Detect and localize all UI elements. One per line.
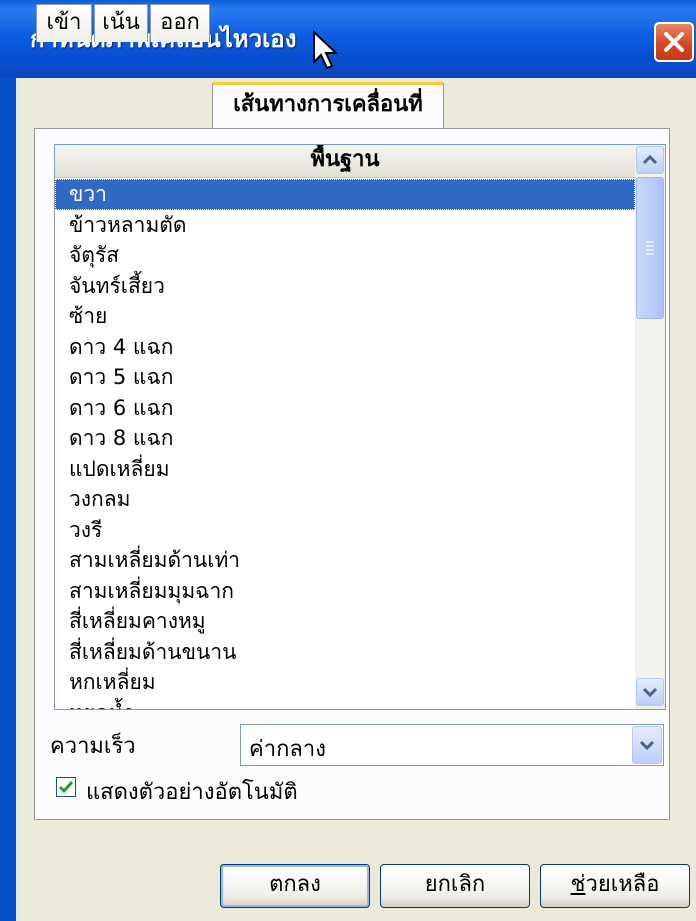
autopreview-label[interactable]: แสดงตัวอย่างอัตโนมัติ	[86, 774, 298, 809]
autopreview-checkbox[interactable]	[56, 777, 76, 797]
mouse-cursor-icon	[313, 30, 339, 70]
tab-label: เส้นทางการเคลื่อนที่	[233, 92, 423, 117]
dialog-window: กำหนดภาพเคลื่อนไหวเอง เข้า เน้น ออก เส้น…	[0, 0, 696, 921]
tab-exit[interactable]: ออก	[150, 4, 210, 42]
list-item[interactable]: สามเหลี่ยมมุมฉาก	[55, 576, 635, 607]
scroll-up-button[interactable]	[636, 146, 664, 174]
chevron-down-icon	[639, 740, 655, 751]
close-button[interactable]	[654, 22, 694, 62]
window-frame	[0, 78, 16, 921]
help-button[interactable]: ช่วยเหลือ	[540, 864, 690, 908]
speed-dropdown[interactable]: ค่ากลาง	[240, 724, 664, 766]
help-button-accesskey: ช	[570, 872, 586, 897]
ok-button[interactable]: ตกลง	[220, 864, 370, 908]
vertical-scrollbar[interactable]	[635, 145, 665, 709]
list-item[interactable]: ซ้าย	[55, 301, 635, 332]
list-items: ขวา ข้าวหลามตัด จัตุรัส จันทร์เสี้ยว ซ้าย ดาว…	[55, 179, 635, 710]
tab-entrance[interactable]: เข้า	[36, 4, 92, 42]
list-item[interactable]: สี่เหลี่ยมคางหมู	[55, 606, 635, 637]
list-item[interactable]: แปดเหลี่ยม	[55, 454, 635, 485]
close-icon	[664, 32, 684, 52]
chevron-down-icon	[642, 687, 658, 698]
checkmark-icon	[58, 781, 74, 794]
tab-motion-paths[interactable]: เส้นทางการเคลื่อนที่	[212, 82, 444, 128]
chevron-up-icon	[642, 154, 658, 165]
list-item[interactable]: วงกลม	[55, 484, 635, 515]
tab-label: ออก	[160, 10, 200, 35]
list-item[interactable]: ดาว 6 แฉก	[55, 393, 635, 424]
list-item[interactable]: ดาว 8 แฉก	[55, 423, 635, 454]
speed-dropdown-button[interactable]	[632, 726, 662, 764]
list-item[interactable]: จันทร์เสี้ยว	[55, 271, 635, 302]
list-item[interactable]: หยดน้ำ	[55, 698, 635, 710]
list-item[interactable]: สามเหลี่ยมด้านเท่า	[55, 545, 635, 576]
speed-value: ค่ากลาง	[249, 737, 326, 762]
list-item[interactable]: ดาว 5 แฉก	[55, 362, 635, 393]
scroll-down-button[interactable]	[636, 678, 664, 706]
speed-label: ความเร็ว	[50, 734, 136, 759]
grip-icon	[646, 241, 654, 255]
tab-label: เน้น	[102, 10, 140, 35]
cancel-button-label: ยกเลิก	[424, 872, 486, 897]
list-item[interactable]: สี่เหลี่ยมด้านขนาน	[55, 637, 635, 668]
tab-emphasis[interactable]: เน้น	[94, 4, 148, 42]
motion-path-list[interactable]: พื้นฐาน ขวา ข้าวหลามตัด จัตุรัส จันทร์เสี้ย…	[54, 144, 666, 710]
tab-label: เข้า	[46, 10, 82, 35]
list-item[interactable]: หกเหลี่ยม	[55, 667, 635, 698]
list-item[interactable]: วงรี	[55, 515, 635, 546]
list-item[interactable]: ขวา	[55, 179, 635, 210]
list-group-header: พื้นฐาน	[55, 145, 635, 178]
ok-button-label: ตกลง	[269, 872, 321, 897]
list-item[interactable]: ข้าวหลามตัด	[55, 210, 635, 241]
cancel-button[interactable]: ยกเลิก	[380, 864, 530, 908]
list-item[interactable]: ดาว 4 แฉก	[55, 332, 635, 363]
scroll-thumb[interactable]	[636, 177, 664, 319]
list-item[interactable]: จัตุรัส	[55, 240, 635, 271]
help-button-label: ่วยเหลือ	[585, 872, 660, 897]
